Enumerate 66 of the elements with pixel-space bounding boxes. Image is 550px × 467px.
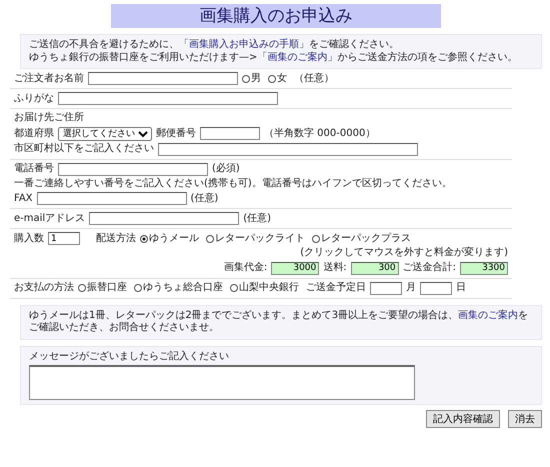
link[interactable]: 「画集購入お申込みの手順」: [179, 39, 309, 50]
optional-note: (任意): [190, 192, 218, 206]
radio-label[interactable]: 山梨中央銀行: [239, 282, 299, 295]
day-field[interactable]: [420, 282, 452, 295]
unit-label: 日: [456, 282, 466, 295]
field-label: ご注文者お名前: [14, 72, 84, 86]
hint-text: 一番ご連絡しやすい番号をご記入ください(携帯も可)。電話番号はハイフンで区切ってください。: [14, 178, 452, 190]
radio-label[interactable]: 女: [277, 72, 287, 86]
section-label: お届け先ご住所: [14, 112, 84, 125]
amount-field[interactable]: 3300: [460, 262, 508, 275]
quantity-field[interactable]: 1: [48, 232, 80, 246]
unit-label: 月: [406, 282, 416, 295]
fax-field[interactable]: [36, 192, 187, 206]
radio-label[interactable]: ゆうちょ総合口座: [143, 282, 223, 295]
notice-text: ご送信の不具合を避けるために、「画集購入お申込みの手順」をご確認ください。: [29, 39, 400, 52]
field-label: 電話番号: [14, 163, 54, 176]
radio-label[interactable]: 振替口座: [87, 282, 127, 295]
month-field[interactable]: [370, 282, 402, 295]
optional-note: （任意）: [294, 72, 334, 86]
prefecture-select[interactable]: 選択してください: [58, 126, 152, 141]
info-text: ゆうメールは1冊、レターパックは2冊まででございます。まとめて3冊以上をご要望の場合は、画集のご案内をご確認いただき、お問合せくださいませ。: [29, 310, 530, 335]
field-label: お支払の方法: [14, 282, 74, 295]
page-title: 画集購入のお申込み: [111, 4, 441, 28]
radio-button[interactable]: [134, 284, 142, 292]
radio-button[interactable]: [140, 234, 148, 243]
radio-button[interactable]: [78, 284, 86, 292]
radio-label[interactable]: レターパックプラス: [321, 232, 411, 246]
phone-field[interactable]: [58, 162, 208, 176]
furigana-field[interactable]: [58, 92, 278, 106]
radio-button[interactable]: [242, 74, 250, 83]
optional-note: (任意): [243, 212, 271, 226]
form-button[interactable]: 消去: [508, 410, 542, 428]
notice-text: ゆうちょ銀行の振替口座をご利用いただけます—>「画集のご案内」からご送金方法の項をご参照ください。: [29, 52, 518, 64]
field-label: FAX: [14, 192, 33, 206]
radio-button[interactable]: [268, 74, 276, 83]
field-label: 郵便番号: [156, 128, 196, 140]
radio-button[interactable]: [312, 234, 320, 243]
field-label: e-mailアドレス: [14, 212, 86, 226]
field-label: ご送金予定日: [306, 282, 366, 295]
postal-code-field[interactable]: [200, 127, 260, 140]
amount-field[interactable]: 300: [350, 262, 399, 275]
radio-button[interactable]: [230, 284, 238, 292]
required-note: (必須): [212, 163, 240, 176]
total-label: 送料:: [323, 262, 347, 275]
form-button[interactable]: 記入内容確認: [426, 410, 500, 428]
radio-label[interactable]: レターパックライト: [215, 232, 305, 246]
hint-text: （半角数字 000-0000）: [264, 128, 376, 140]
link[interactable]: 画集のご案内: [458, 310, 518, 321]
message-field[interactable]: [29, 365, 415, 400]
name-field[interactable]: [88, 72, 238, 86]
radio-label[interactable]: 男: [251, 72, 261, 86]
field-label: 購入数: [14, 232, 44, 246]
total-label: ご送金合計:: [402, 262, 456, 275]
field-label: 市区町村以下をご記入ください: [14, 143, 154, 156]
address-field[interactable]: [158, 142, 418, 156]
radio-label[interactable]: ゆうメール: [149, 232, 199, 246]
radio-button[interactable]: [206, 234, 214, 243]
field-label: メッセージがございましたらご記入ください: [29, 350, 229, 364]
email-field[interactable]: [89, 212, 240, 226]
field-label: 配送方法: [96, 232, 136, 246]
hint-text: (クリックしてマウスを外すと料金が変ります): [300, 247, 508, 260]
total-label: 画集代金:: [224, 262, 268, 275]
link[interactable]: 「画集のご案内」: [257, 52, 338, 63]
field-label: ふりがな: [14, 92, 54, 106]
field-label: 都道府県: [14, 128, 54, 140]
amount-field[interactable]: 3000: [271, 262, 320, 275]
